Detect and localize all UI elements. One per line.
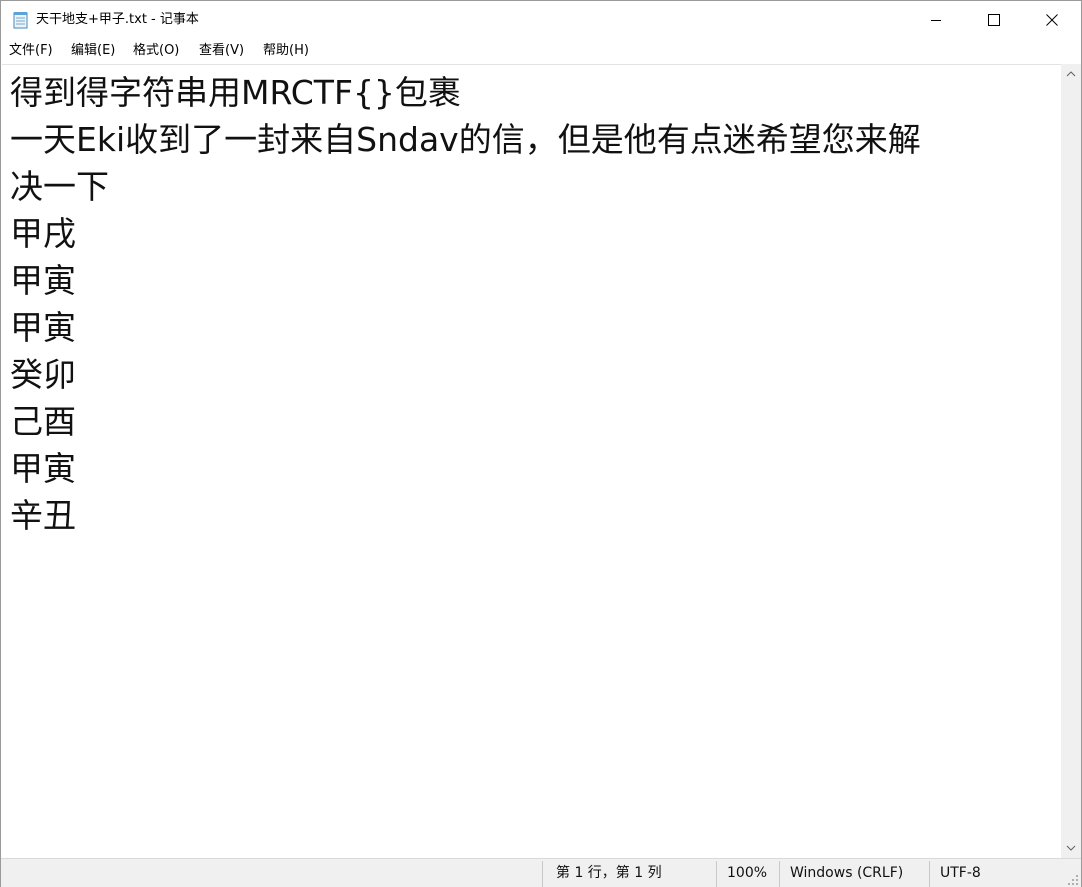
scroll-up-arrow-icon[interactable] xyxy=(1066,71,1076,77)
editor-content[interactable]: 得到得字符串用MRCTF{}包裹 一天Eki收到了一封来自Sndav的信，但是他有… xyxy=(2,65,1061,539)
editor-line[interactable]: 癸卯 xyxy=(10,351,1061,398)
editor-line[interactable]: 甲戌 xyxy=(10,210,1061,257)
cursor-position: 第 1 行，第 1 列 xyxy=(556,865,662,881)
text-editor[interactable]: 得到得字符串用MRCTF{}包裹 一天Eki收到了一封来自Sndav的信，但是他有… xyxy=(2,64,1061,858)
menu-view[interactable]: 查看(V) xyxy=(199,43,244,59)
notepad-window: 天干地支+甲子.txt - 记事本 文件(F) 编辑(E) 格式(O) 查看(V… xyxy=(0,0,1082,887)
editor-line[interactable]: 甲寅 xyxy=(10,257,1061,304)
encoding: UTF-8 xyxy=(940,865,981,881)
menu-edit[interactable]: 编辑(E) xyxy=(71,43,115,59)
editor-line[interactable]: 辛丑 xyxy=(10,492,1061,539)
editor-line[interactable]: 甲寅 xyxy=(10,304,1061,351)
resize-grip-icon[interactable] xyxy=(1067,874,1079,886)
minimize-icon xyxy=(931,20,941,21)
minimize-button[interactable] xyxy=(907,1,965,39)
editor-line[interactable]: 甲寅 xyxy=(10,445,1061,492)
menu-file[interactable]: 文件(F) xyxy=(9,43,53,59)
menu-help[interactable]: 帮助(H) xyxy=(263,43,309,59)
editor-line[interactable]: 决一下 xyxy=(10,163,1061,210)
maximize-button[interactable] xyxy=(965,1,1023,39)
menu-bar: 文件(F) 编辑(E) 格式(O) 查看(V) 帮助(H) xyxy=(1,39,1081,63)
status-separator xyxy=(716,861,717,887)
editor-line[interactable]: 己酉 xyxy=(10,398,1061,445)
editor-line[interactable]: 一天Eki收到了一封来自Sndav的信，但是他有点迷希望您来解 xyxy=(10,116,1061,163)
maximize-icon xyxy=(988,14,1000,26)
vertical-scrollbar[interactable] xyxy=(1061,64,1081,858)
close-icon xyxy=(1046,14,1058,26)
zoom-level: 100% xyxy=(727,865,768,881)
status-bar: 第 1 行，第 1 列 100% Windows (CRLF) UTF-8 xyxy=(1,858,1081,887)
menu-format[interactable]: 格式(O) xyxy=(133,43,179,59)
status-separator xyxy=(779,861,780,887)
status-separator xyxy=(542,861,543,887)
title-bar[interactable]: 天干地支+甲子.txt - 记事本 xyxy=(1,1,1081,39)
status-separator xyxy=(929,861,930,887)
scroll-down-arrow-icon[interactable] xyxy=(1066,845,1076,851)
window-title: 天干地支+甲子.txt - 记事本 xyxy=(36,12,199,27)
editor-line[interactable]: 得到得字符串用MRCTF{}包裹 xyxy=(10,69,1061,116)
line-endings: Windows (CRLF) xyxy=(790,865,904,881)
notepad-icon xyxy=(13,12,28,29)
close-button[interactable] xyxy=(1023,1,1081,39)
